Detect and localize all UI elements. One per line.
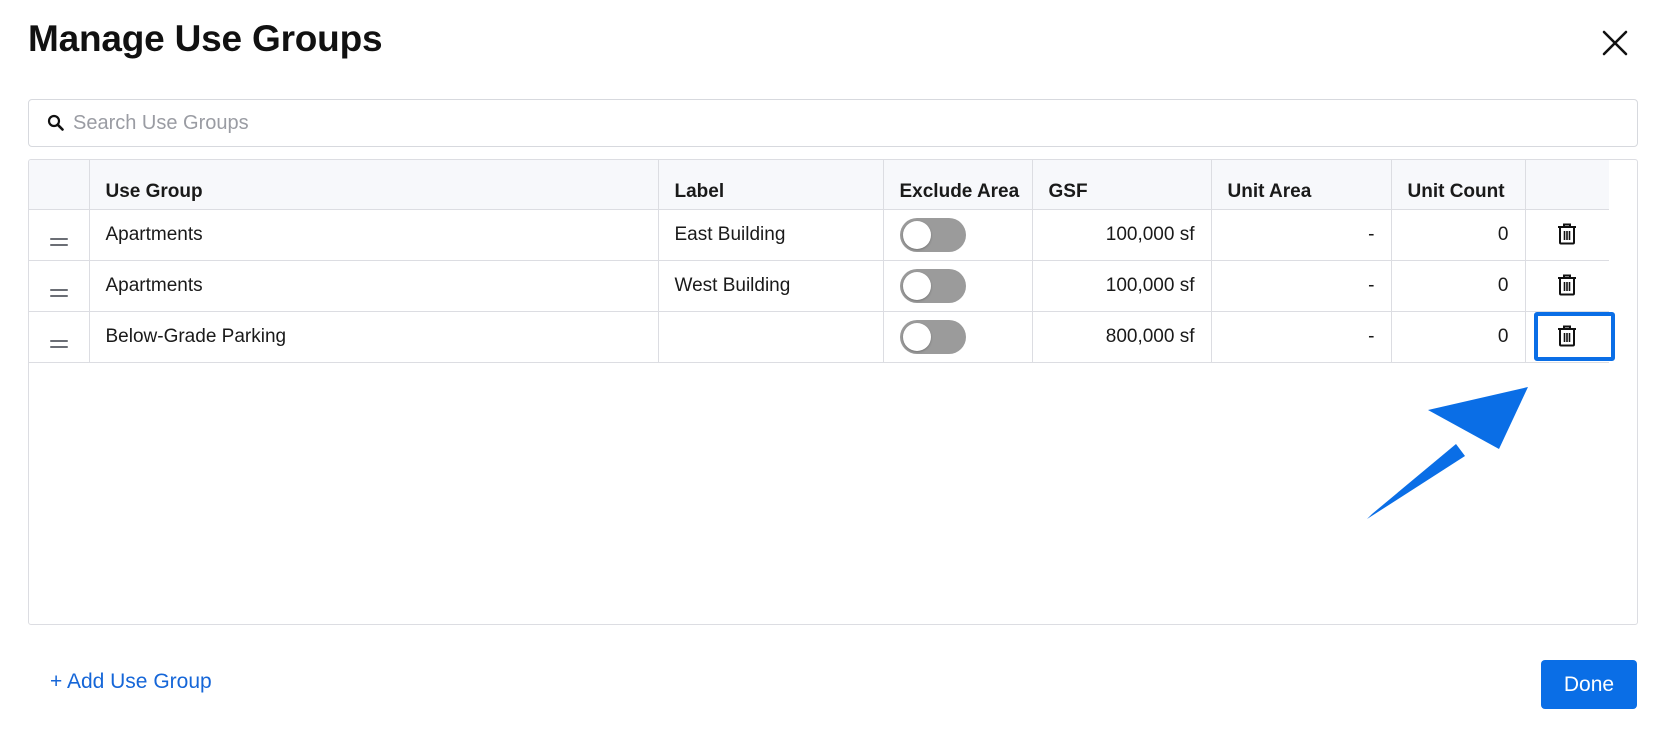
use-groups-table: Use Group Label Exclude Area GSF Unit Ar…	[29, 160, 1609, 363]
use-groups-table-panel: Use Group Label Exclude Area GSF Unit Ar…	[28, 159, 1638, 625]
cell-label: West Building	[658, 260, 884, 312]
cell-unit-count: 0	[1391, 209, 1526, 261]
delete-button[interactable]	[1552, 219, 1582, 249]
search-box	[28, 99, 1638, 147]
cell-unit-area: -	[1211, 260, 1392, 312]
cell-label: East Building	[658, 209, 884, 261]
column-header-unit-area: Unit Area	[1211, 160, 1392, 210]
column-header-drag	[29, 160, 90, 210]
close-button[interactable]	[1598, 26, 1632, 60]
column-header-label: Label	[658, 160, 884, 210]
drag-handle-icon[interactable]	[49, 288, 68, 297]
cell-unit-area: -	[1211, 209, 1392, 261]
close-icon	[1602, 30, 1628, 56]
toggle-knob	[902, 220, 931, 249]
column-header-exclude-area: Exclude Area	[883, 160, 1033, 210]
table-header-row: Use Group Label Exclude Area GSF Unit Ar…	[29, 160, 1609, 210]
table-row: Below-Grade Parking 800,000 sf - 0	[29, 311, 1609, 363]
search-icon	[47, 114, 65, 132]
column-header-use-group: Use Group	[89, 160, 659, 210]
cell-gsf: 100,000 sf	[1032, 209, 1212, 261]
exclude-area-toggle[interactable]	[899, 268, 966, 303]
delete-button[interactable]	[1552, 321, 1582, 351]
done-button[interactable]: Done	[1541, 660, 1637, 709]
cell-unit-count: 0	[1391, 260, 1526, 312]
toggle-knob	[902, 271, 931, 300]
cell-unit-area: -	[1211, 311, 1392, 363]
cell-use-group: Apartments	[89, 260, 659, 312]
column-header-actions	[1525, 160, 1609, 210]
toggle-knob	[902, 322, 931, 351]
table-row: Apartments East Building 100,000 sf - 0	[29, 209, 1609, 261]
search-input[interactable]	[73, 100, 1637, 146]
drag-handle-icon[interactable]	[49, 339, 68, 348]
dialog-title: Manage Use Groups	[28, 18, 383, 59]
cell-label	[658, 311, 884, 363]
trash-icon	[1558, 325, 1577, 346]
exclude-area-toggle[interactable]	[899, 217, 966, 252]
add-use-group-link[interactable]: + Add Use Group	[50, 670, 212, 694]
column-header-unit-count: Unit Count	[1391, 160, 1526, 210]
cell-unit-count: 0	[1391, 311, 1526, 363]
exclude-area-toggle[interactable]	[899, 319, 966, 354]
delete-button[interactable]	[1552, 270, 1582, 300]
cell-use-group: Apartments	[89, 209, 659, 261]
table-row: Apartments West Building 100,000 sf - 0	[29, 260, 1609, 312]
cell-gsf: 800,000 sf	[1032, 311, 1212, 363]
trash-icon	[1558, 274, 1577, 295]
drag-handle-icon[interactable]	[49, 237, 68, 246]
cell-gsf: 100,000 sf	[1032, 260, 1212, 312]
column-header-gsf: GSF	[1032, 160, 1212, 210]
cell-use-group: Below-Grade Parking	[89, 311, 659, 363]
trash-icon	[1558, 223, 1577, 244]
